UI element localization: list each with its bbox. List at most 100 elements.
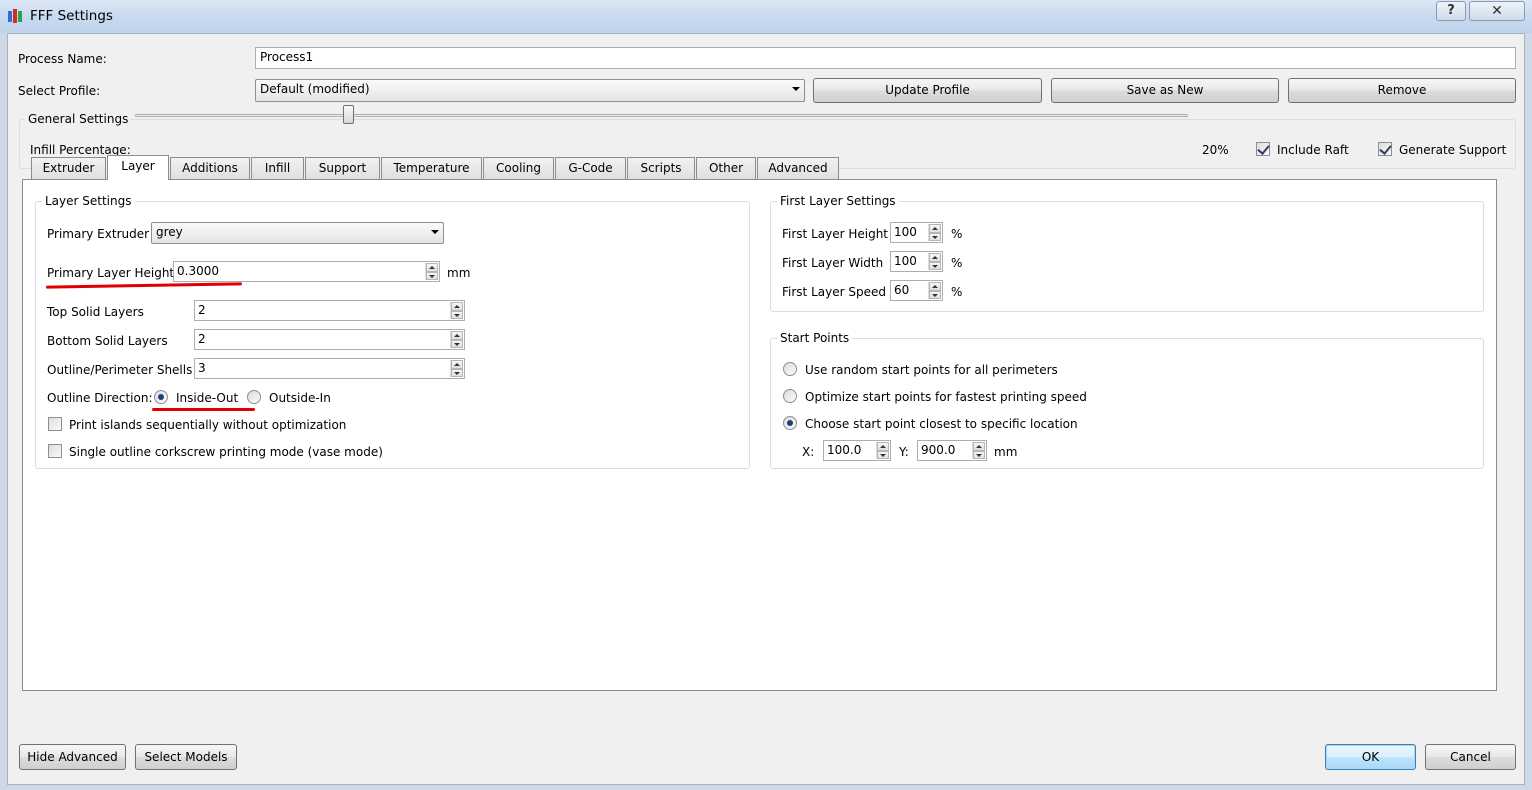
infill-slider-track[interactable] — [135, 114, 1188, 117]
outside-in-radio[interactable] — [247, 390, 261, 404]
spin-up-icon[interactable] — [929, 282, 941, 291]
primary-layer-height-spinbox[interactable]: 0.3000 — [173, 261, 440, 282]
spin-down-icon[interactable] — [877, 450, 889, 459]
generate-support-checkbox[interactable] — [1378, 142, 1392, 156]
closest-start-radio[interactable] — [783, 416, 797, 430]
tab-scripts[interactable]: Scripts — [627, 157, 695, 179]
top-solid-layers-value: 2 — [198, 303, 206, 317]
tab-temperature[interactable]: Temperature — [381, 157, 482, 179]
x-value: 100.0 — [827, 443, 862, 457]
tab-additions[interactable]: Additions — [170, 157, 250, 179]
perimeter-shells-value: 3 — [198, 361, 206, 375]
layer-tab-pane: Layer Settings Primary Extruder grey Pri… — [22, 179, 1497, 691]
spin-down-icon[interactable] — [426, 271, 438, 280]
spin-up-icon[interactable] — [877, 442, 889, 451]
bottom-solid-layers-spinbox[interactable]: 2 — [194, 329, 465, 350]
layer-settings-title: Layer Settings — [42, 194, 135, 208]
chevron-down-icon — [431, 230, 439, 234]
spin-up-icon[interactable] — [451, 331, 463, 340]
first-layer-height-unit: % — [951, 227, 963, 241]
random-start-label: Use random start points for all perimete… — [805, 363, 1058, 377]
first-layer-width-unit: % — [951, 256, 963, 270]
save-as-new-button[interactable]: Save as New — [1051, 78, 1279, 103]
bottom-solid-layers-value: 2 — [198, 332, 206, 346]
tab-infill[interactable]: Infill — [251, 157, 304, 179]
tab-g-code[interactable]: G-Code — [555, 157, 626, 179]
profile-select-value: Default (modified) — [260, 82, 370, 96]
perimeter-shells-spinbox[interactable]: 3 — [194, 358, 465, 379]
tab-advanced[interactable]: Advanced — [757, 157, 839, 179]
spin-down-icon[interactable] — [451, 310, 463, 319]
x-spinbox[interactable]: 100.0 — [823, 440, 891, 461]
primary-layer-height-label: Primary Layer Height — [47, 266, 175, 280]
first-layer-speed-label: First Layer Speed — [782, 285, 886, 299]
infill-percentage-value: 20% — [1202, 143, 1229, 157]
general-settings-title: General Settings — [25, 112, 132, 126]
process-name-input[interactable]: Process1 — [255, 47, 1516, 69]
hide-advanced-button[interactable]: Hide Advanced — [19, 744, 126, 770]
start-points-title: Start Points — [777, 331, 853, 345]
first-layer-height-value: 100 — [894, 225, 917, 239]
help-button[interactable]: ? — [1436, 1, 1466, 21]
cancel-button[interactable]: Cancel — [1425, 744, 1516, 770]
optimize-start-label: Optimize start points for fastest printi… — [805, 390, 1087, 404]
tab-extruder[interactable]: Extruder — [31, 157, 106, 179]
infill-slider-thumb[interactable] — [343, 105, 354, 124]
y-label: Y: — [899, 445, 909, 459]
tab-layer[interactable]: Layer — [107, 155, 169, 180]
random-start-radio[interactable] — [783, 362, 797, 376]
spin-down-icon[interactable] — [973, 450, 985, 459]
spin-down-icon[interactable] — [451, 339, 463, 348]
primary-extruder-label: Primary Extruder — [47, 227, 150, 241]
spin-up-icon[interactable] — [451, 360, 463, 369]
app-icon — [8, 9, 22, 23]
tab-other[interactable]: Other — [696, 157, 756, 179]
print-islands-label: Print islands sequentially without optim… — [69, 418, 347, 432]
inside-out-radio[interactable] — [154, 390, 168, 404]
tab-support[interactable]: Support — [305, 157, 380, 179]
primary-extruder-select[interactable]: grey — [151, 222, 444, 244]
spin-down-icon[interactable] — [451, 368, 463, 377]
first-layer-width-spinbox[interactable]: 100 — [890, 251, 943, 272]
top-solid-layers-spinbox[interactable]: 2 — [194, 300, 465, 321]
xy-unit: mm — [994, 445, 1018, 459]
vase-mode-label: Single outline corkscrew printing mode (… — [69, 445, 383, 459]
primary-layer-height-value: 0.3000 — [177, 264, 219, 278]
profile-select[interactable]: Default (modified) — [255, 79, 805, 102]
vase-mode-checkbox[interactable] — [48, 444, 62, 458]
top-solid-layers-label: Top Solid Layers — [47, 305, 144, 319]
spin-up-icon[interactable] — [973, 442, 985, 451]
include-raft-checkbox[interactable] — [1256, 142, 1270, 156]
first-layer-height-spinbox[interactable]: 100 — [890, 222, 943, 243]
first-layer-speed-spinbox[interactable]: 60 — [890, 280, 943, 301]
ok-button[interactable]: OK — [1325, 744, 1416, 770]
spin-down-icon[interactable] — [929, 232, 941, 241]
title-bar: FFF Settings ? ✕ — [0, 0, 1532, 33]
process-name-label: Process Name: — [18, 52, 107, 66]
first-layer-speed-value: 60 — [894, 283, 910, 297]
first-layer-width-value: 100 — [894, 254, 917, 268]
first-layer-height-label: First Layer Height — [782, 227, 889, 241]
spin-down-icon[interactable] — [929, 290, 941, 299]
inside-out-label: Inside-Out — [176, 391, 239, 405]
select-models-button[interactable]: Select Models — [135, 744, 237, 770]
remove-button[interactable]: Remove — [1288, 78, 1516, 103]
spin-up-icon[interactable] — [426, 263, 438, 272]
spin-up-icon[interactable] — [929, 253, 941, 262]
tab-cooling[interactable]: Cooling — [483, 157, 554, 179]
outside-in-label: Outside-In — [269, 391, 331, 405]
y-spinbox[interactable]: 900.0 — [917, 440, 987, 461]
y-value: 900.0 — [921, 443, 956, 457]
generate-support-label: Generate Support — [1399, 143, 1507, 157]
close-button[interactable]: ✕ — [1469, 1, 1525, 21]
spin-down-icon[interactable] — [929, 261, 941, 270]
print-islands-checkbox[interactable] — [48, 417, 62, 431]
outline-direction-label: Outline Direction: — [47, 391, 153, 405]
perimeter-shells-label: Outline/Perimeter Shells — [47, 363, 193, 377]
optimize-start-radio[interactable] — [783, 389, 797, 403]
spin-up-icon[interactable] — [929, 224, 941, 233]
primary-extruder-value: grey — [156, 225, 183, 239]
spin-up-icon[interactable] — [451, 302, 463, 311]
include-raft-label: Include Raft — [1277, 143, 1349, 157]
update-profile-button[interactable]: Update Profile — [813, 78, 1042, 103]
